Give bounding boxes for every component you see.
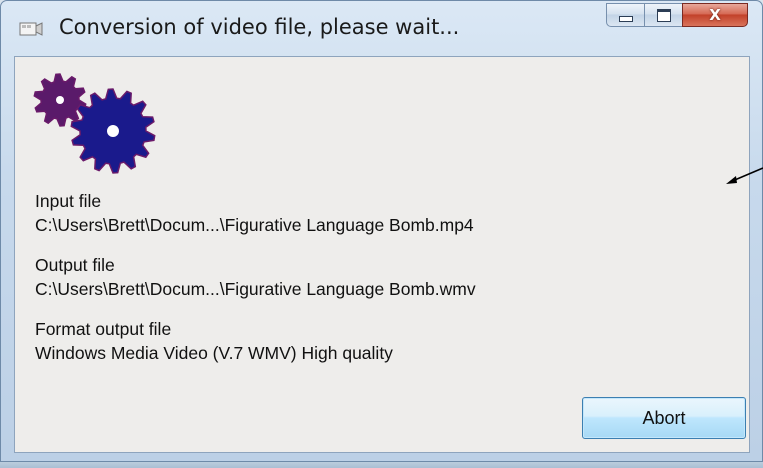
close-icon: X bbox=[709, 6, 721, 24]
small-gear-icon bbox=[33, 73, 87, 127]
minimize-icon bbox=[618, 16, 633, 22]
input-file-label: Input file bbox=[35, 191, 102, 211]
video-conversion-icon bbox=[19, 22, 43, 36]
conversion-dialog: Conversion of video file, please wait...… bbox=[0, 0, 763, 462]
close-button[interactable]: X bbox=[682, 3, 748, 27]
format-value: Windows Media Video (V.7 WMV) High quali… bbox=[35, 343, 393, 363]
output-file-path: C:\Users\Brett\Docum...\Figurative Langu… bbox=[35, 279, 476, 299]
maximize-button[interactable] bbox=[644, 3, 682, 27]
gears-icon bbox=[33, 73, 156, 174]
maximize-icon bbox=[656, 8, 671, 22]
caption-buttons: X bbox=[606, 3, 748, 29]
title-bar[interactable]: Conversion of video file, please wait...… bbox=[1, 1, 762, 53]
abort-button[interactable]: Abort bbox=[582, 397, 746, 439]
dialog-content: Input file C:\Users\Brett\Docum...\Figur… bbox=[14, 56, 750, 453]
output-file-label: Output file bbox=[35, 255, 115, 275]
input-file-path: C:\Users\Brett\Docum...\Figurative Langu… bbox=[35, 215, 474, 235]
large-gear-icon bbox=[70, 88, 156, 174]
minimize-button[interactable] bbox=[606, 3, 644, 27]
window-title: Conversion of video file, please wait... bbox=[59, 15, 460, 39]
annotation-arrow-icon bbox=[726, 167, 763, 184]
format-label: Format output file bbox=[35, 319, 172, 339]
